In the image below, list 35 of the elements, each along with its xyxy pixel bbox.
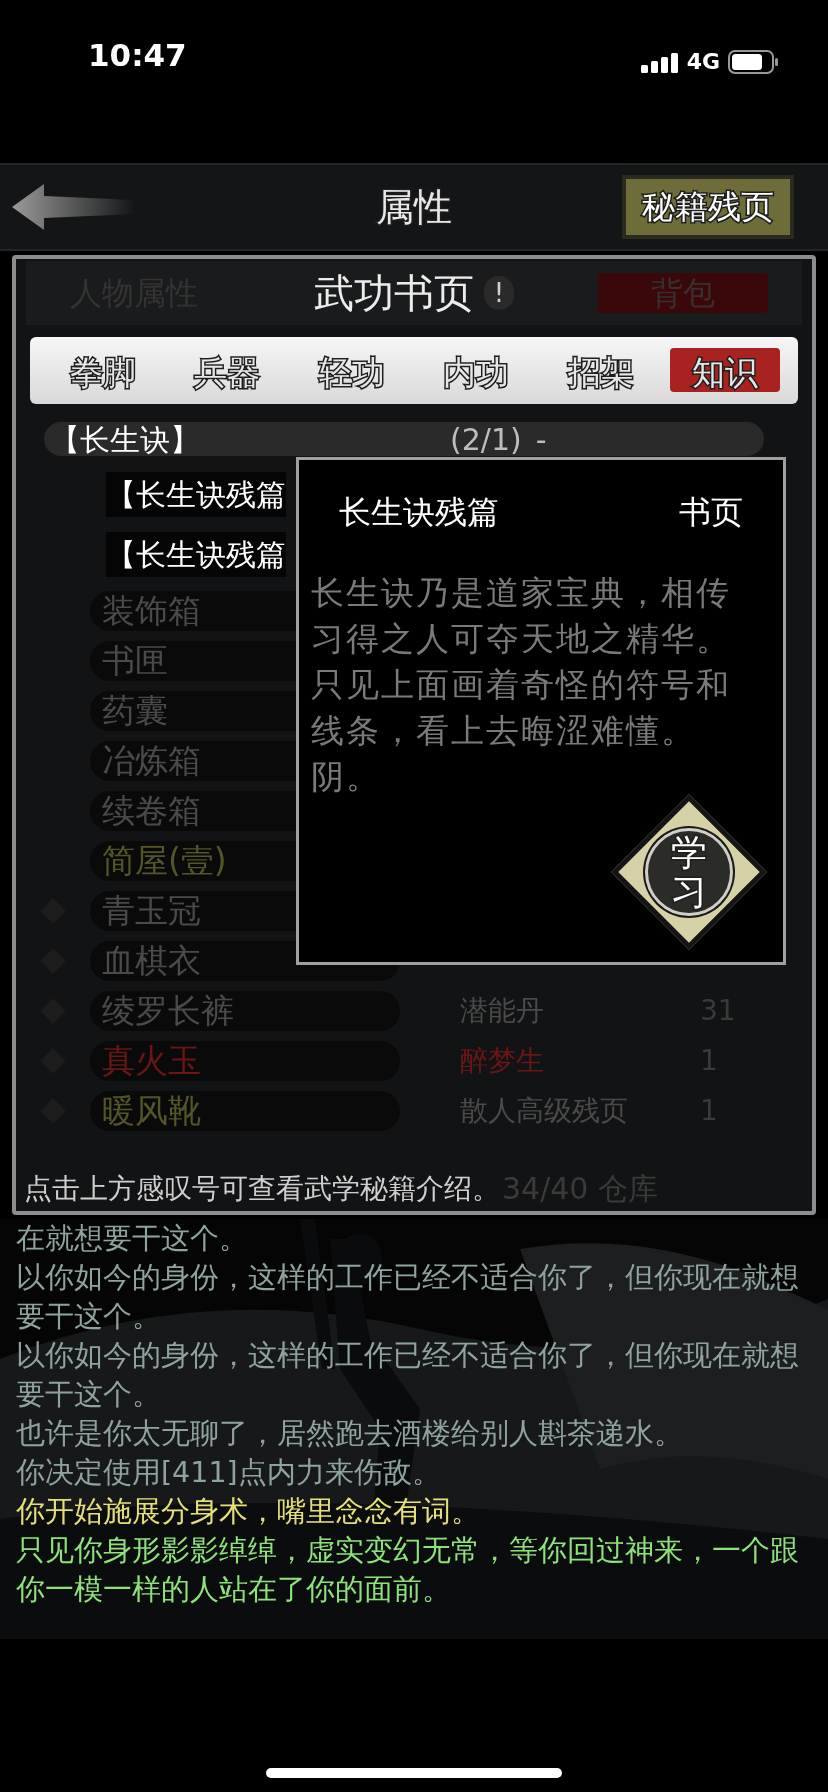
log-message: 你决定使用[411]点内力来伤敌。 — [16, 1455, 442, 1491]
storage-item: 醉梦生 — [460, 1043, 545, 1080]
category-tab[interactable]: 内功 — [421, 348, 532, 393]
battery-icon — [728, 49, 780, 74]
skill-page-item[interactable]: 【长生诀残篇 — [106, 472, 286, 518]
background-item: 暖风靴 — [90, 1091, 400, 1132]
log-message: 也许是你太无聊了，居然跑去酒楼给别人斟茶递水。 — [16, 1416, 684, 1452]
category-tab[interactable]: 兵器 — [172, 348, 283, 393]
storage-item: 散人高级残页 — [460, 1093, 629, 1130]
log-message: 只见你身形影影绰绰，虚实变幻无常，等你回过神来，一个跟你一模一样的人站在了你的面前。 — [16, 1533, 800, 1608]
skill-count: (2/1) — [450, 420, 522, 459]
skill-page-item[interactable]: 【长生诀残篇 — [106, 532, 286, 578]
storage-item: 潜能丹 — [460, 993, 545, 1030]
panel-title: 武功书页 — [314, 268, 474, 318]
category-tab[interactable]: 知识 — [669, 348, 780, 393]
background-item: 绫罗长裤 — [90, 991, 400, 1032]
skill-name: 【长生诀】 — [50, 420, 200, 459]
hint-text: 点击上方感叹号可查看武学秘籍介绍。 — [24, 1170, 500, 1207]
category-tab[interactable]: 轻功 — [296, 348, 407, 393]
network-label: 4G — [686, 48, 720, 76]
signal-icon — [640, 50, 679, 73]
page-title: 属性 — [376, 183, 452, 231]
skill-group-row[interactable]: 【长生诀】 (2/1) - — [44, 422, 764, 457]
log-message: 你开始施展分身术，嘴里念念有词。 — [16, 1494, 481, 1530]
info-button[interactable]: ! — [484, 275, 514, 310]
log-message: 在就想要干这个。 — [16, 1221, 249, 1257]
log-message: 以你如今的身份，这样的工作已经不适合你了，但你现在就想要干这个。 — [16, 1260, 800, 1335]
secret-pages-button[interactable]: 秘籍残页 — [622, 175, 794, 239]
category-tab[interactable]: 招架 — [545, 348, 656, 393]
background-item: 真火玉 — [90, 1041, 400, 1082]
status-time: 10:47 — [88, 35, 187, 75]
category-tab[interactable]: 拳脚 — [48, 348, 158, 393]
popup-title: 长生诀残篇 — [339, 492, 499, 534]
item-type: 书页 — [679, 492, 743, 534]
log-message: 以你如今的身份，这样的工作已经不适合你了，但你现在就想要干这个。 — [16, 1338, 800, 1413]
